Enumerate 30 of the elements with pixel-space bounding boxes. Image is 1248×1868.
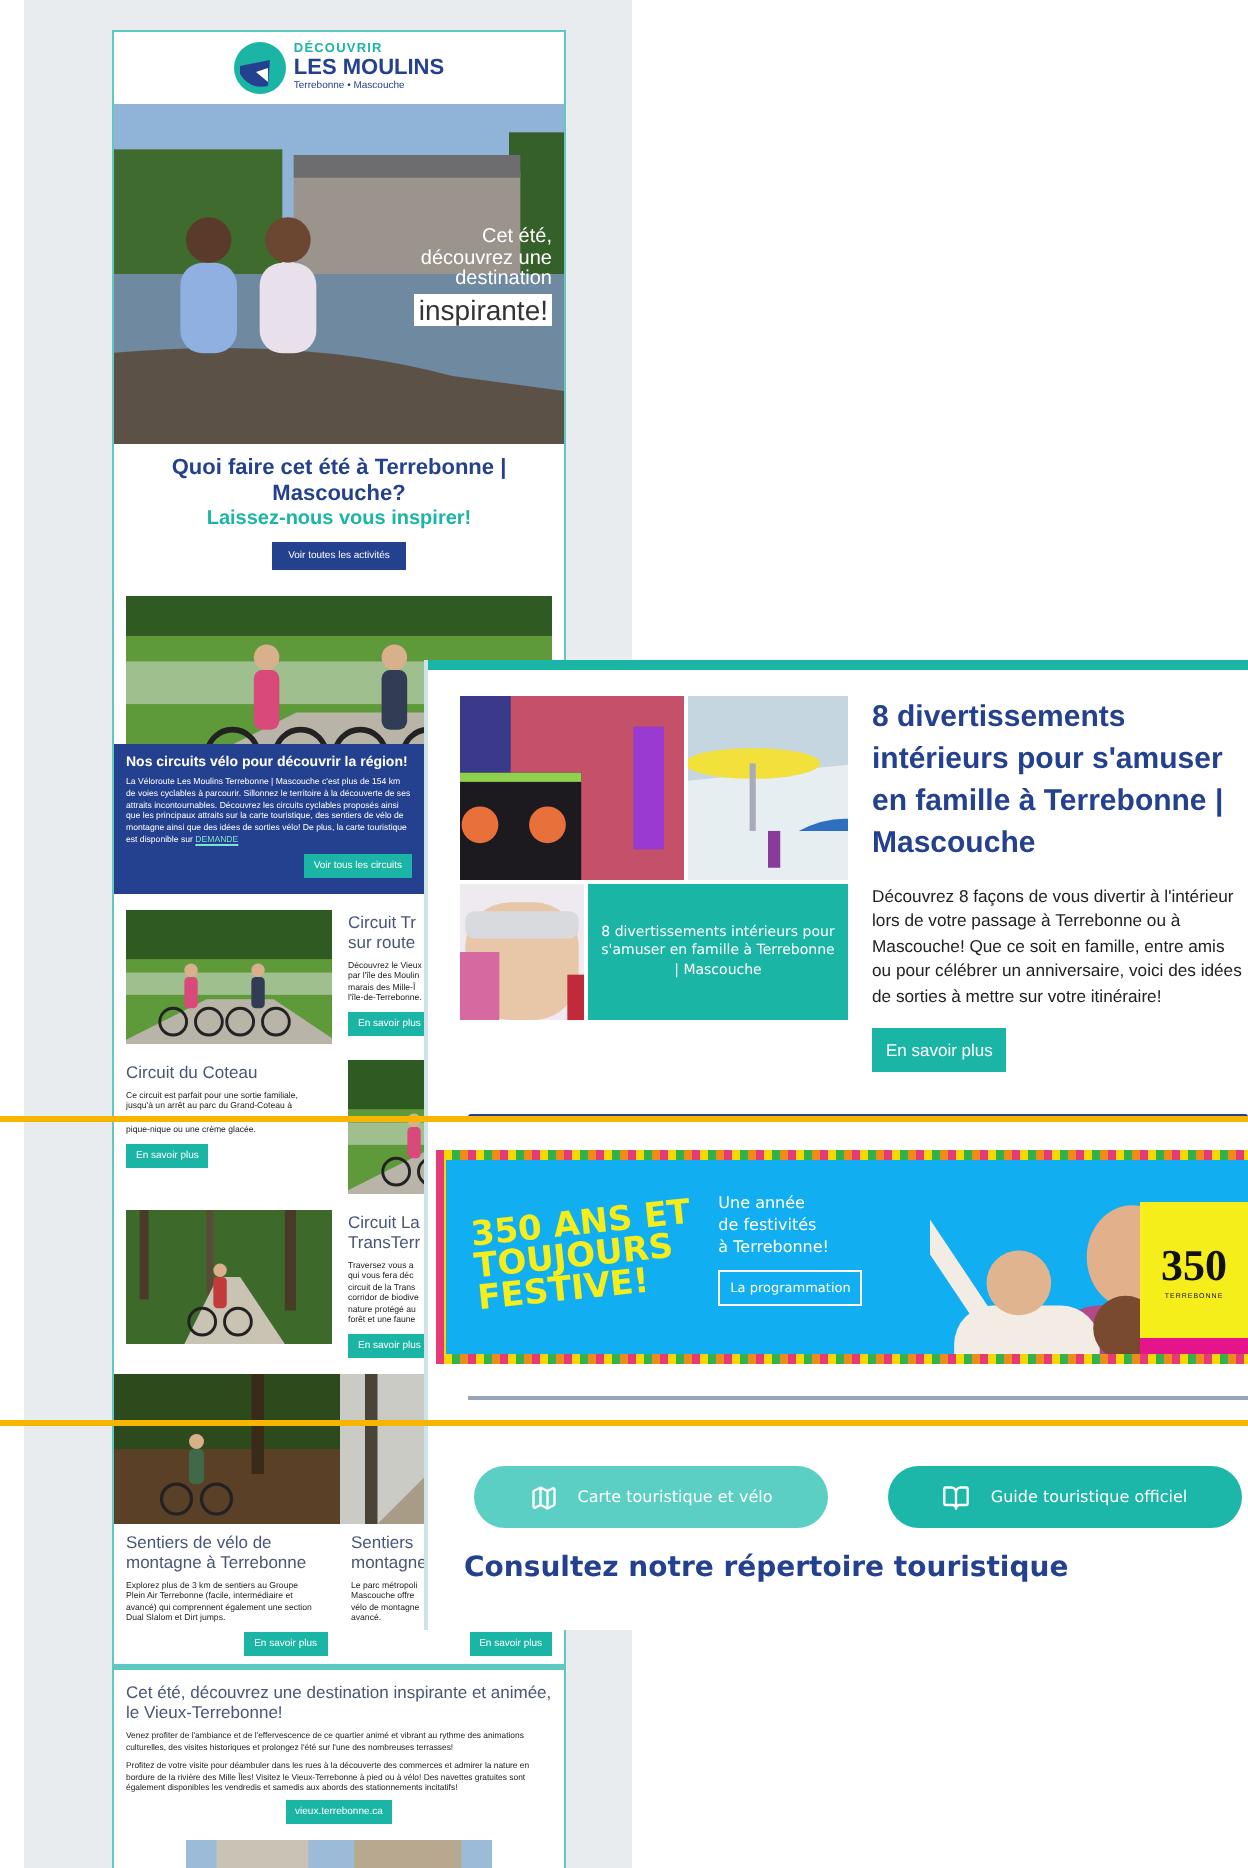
card-title: sur route bbox=[348, 933, 416, 954]
article-text: Découvrez 8 façons de vous divertir à l'intérieur lors de votre passage à Terrebonne ou à Mascouche! Que ce soit en famille, entre amis ou pour célébrer un anniversaire, voici des idées de sorties à mettre sur votre itinéraire! bbox=[872, 884, 1244, 1009]
card-title: Circuit du Coteau bbox=[126, 1064, 258, 1084]
logo-icon bbox=[233, 42, 286, 94]
banner-tagline: Une année bbox=[718, 1192, 807, 1215]
hero-text: destination bbox=[455, 270, 552, 291]
intro-subtitle: Laissez-nous vous inspirer! bbox=[206, 508, 472, 531]
card-title: TransTerr bbox=[348, 1233, 421, 1254]
logo-number: 350 bbox=[1161, 1240, 1227, 1292]
section-title: Cet été, découvrez une destination inspirante et animée, le Vieux-Terrebonne! bbox=[126, 1681, 552, 1723]
book-icon bbox=[942, 1483, 971, 1511]
card-title: Circuit La bbox=[348, 1214, 420, 1234]
logo-title: LES MOULINS bbox=[293, 57, 445, 80]
card-title: Sentiers bbox=[351, 1534, 414, 1554]
intro-title: Quoi faire cet été à Terrebonne | Mascouche? bbox=[169, 456, 509, 509]
banner-tagline: à Terrebonne! bbox=[718, 1236, 831, 1260]
banner-tagline: de festivités bbox=[718, 1214, 819, 1237]
link-button[interactable]: Guide touristique officiel bbox=[888, 1466, 1242, 1528]
learn-more-button[interactable]: En savoir plus bbox=[872, 1028, 1007, 1073]
map-icon bbox=[529, 1483, 558, 1511]
card-title: montagne bbox=[351, 1553, 427, 1574]
hero-text: découvrez une bbox=[420, 249, 552, 269]
hero-text: Cet été, bbox=[481, 228, 552, 249]
card-title: Sentiers de vélo de bbox=[126, 1534, 272, 1554]
hero-highlight: inspirante! bbox=[414, 293, 552, 325]
link-button[interactable]: Carte touristique et vélo bbox=[474, 1466, 828, 1528]
directory-heading: Consultez notre répertoire touristique bbox=[464, 1552, 1071, 1584]
card-title: montagne à Terrebonne bbox=[126, 1553, 307, 1574]
card-title: Circuit Tr bbox=[348, 914, 416, 934]
article-title: 8 divertissements intérieurs pour s'amuser en famille à Terrebonne | Mascouche bbox=[872, 698, 1226, 864]
